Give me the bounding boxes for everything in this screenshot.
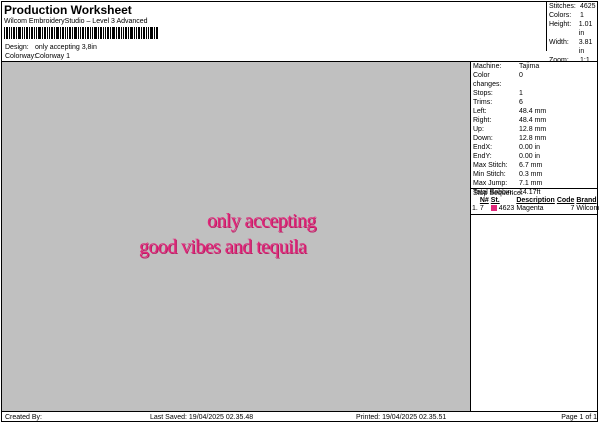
info-row: Down: 12.8 mm [473,135,547,142]
column-header: N# [479,197,489,204]
design-text-line-1: only accepting [207,210,316,232]
info-row: Machine: Tajima [473,63,540,70]
table-row: 1. 7 4623 Magenta 7 Wilcom [471,205,600,213]
info-row: EndX: 0.00 in [473,144,541,151]
color-swatch [490,205,497,211]
summary-row: Height: 1.01 in [549,21,593,37]
summary-box: Stitches: 4625 Colors: 1 Height: 1.01 in Wi… [546,2,599,64]
machine-info: Machine: Tajima Color changes: 0 Stops: 1 T… [473,62,597,197]
stop-index: 1. [472,205,478,212]
worksheet-frame: Production Worksheet Wilcom EmbroiderySt… [1,1,600,422]
info-row: Left: 48.4 mm [473,108,547,115]
header: Production Worksheet Wilcom EmbroiderySt… [4,2,544,26]
thread-code: 7 [570,205,575,212]
design-preview: only accepting good vibes and tequila [2,62,470,411]
colorway-label: Colorway: [5,53,37,60]
software-name: Wilcom EmbroideryStudio – Level 3 Advanc… [4,18,148,25]
design-name: only accepting 3,8in [35,44,97,51]
stop-sequence-table: N# St. Description Code Brand 1. 7 4623 … [471,197,600,213]
info-row: Min Stitch: 0.3 mm [473,171,543,178]
last-saved: Last Saved: 19/04/2025 02.35.48 [150,414,254,421]
design-label: Design: [5,44,29,51]
divider [470,62,471,411]
info-row: Up: 12.8 mm [473,126,547,133]
info-row: EndY: 0.00 in [473,153,541,160]
summary-row: Width: 3.81 in [549,39,593,55]
page-title: Production Worksheet [4,3,132,17]
info-row: Stops: 1 [473,90,523,97]
info-row: Max Stitch: 6.7 mm [473,162,543,169]
printed-date: Printed: 19/04/2025 02.35.51 [356,414,447,421]
barcode-image [4,27,158,39]
info-row: Right: 48.4 mm [473,117,547,124]
column-header: Code [556,197,575,204]
table-header-row: N# St. Description Code Brand [471,197,600,205]
thread-description: Magenta [516,205,544,212]
summary-row: Colors: 1 [549,12,584,19]
stitch-count: 4623 [498,205,515,212]
column-header: Brand [576,197,597,204]
info-row: Max Jump: 7.1 mm [473,180,543,187]
thread-brand: Wilcom [576,205,600,212]
created-by: Created By: [5,414,42,421]
info-row: Trims: 6 [473,99,523,106]
info-row: Color changes: 0 [473,72,523,88]
stop-number: 7 [479,205,484,212]
summary-row: Stitches: 4625 [549,3,596,10]
page-number: Page 1 of 1 [561,414,597,421]
divider [471,214,597,215]
colorway-name: Colorway 1 [35,53,71,60]
divider [2,411,597,412]
design-meta: Design: only accepting 3,8in Colorway:Col… [5,43,97,61]
column-header: St. [490,197,500,204]
design-text-line-2: good vibes and tequila [139,236,307,258]
column-header: Description [516,197,555,204]
